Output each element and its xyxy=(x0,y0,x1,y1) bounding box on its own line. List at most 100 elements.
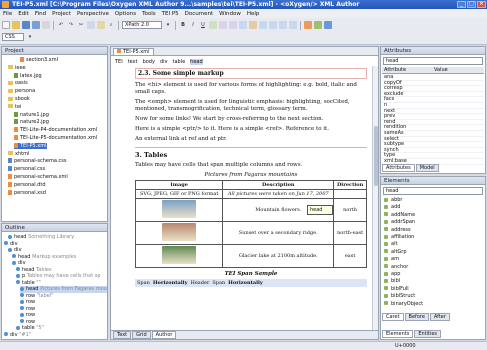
maximize-button[interactable]: □ xyxy=(467,1,476,8)
menu-perspective[interactable]: Perspective xyxy=(77,11,109,17)
description-cell[interactable]: Sunset over a secondary ridge. xyxy=(222,221,335,245)
project-item[interactable]: TEI-P5.xml xyxy=(14,142,47,149)
element-item[interactable]: abbr xyxy=(384,197,402,204)
file-tab[interactable]: TEI-P5.xml xyxy=(113,48,154,56)
project-item[interactable]: personal-schema.xml xyxy=(8,174,68,180)
element-item[interactable]: addName xyxy=(384,212,415,219)
element-item[interactable]: affiliation xyxy=(384,234,414,241)
elements-tab-caret[interactable]: Caret xyxy=(382,313,404,321)
element-item[interactable]: altGrp xyxy=(384,249,407,256)
list-icon[interactable] xyxy=(219,21,227,29)
direction-cell[interactable] xyxy=(333,189,367,199)
table-header-cell[interactable]: Direction xyxy=(333,180,367,190)
element-item[interactable]: am xyxy=(384,256,399,263)
span-cell[interactable]: Horizontally xyxy=(228,280,263,286)
redo-icon[interactable]: ↷ xyxy=(67,21,75,29)
direction-cell[interactable]: north-east xyxy=(333,221,367,245)
css-combo[interactable]: CSS xyxy=(2,33,24,41)
mode-tab-grid[interactable]: Grid xyxy=(132,331,151,339)
insert-row-icon[interactable] xyxy=(259,21,267,29)
project-item[interactable]: nature1.jpg xyxy=(14,111,49,118)
paragraph-3[interactable]: Now for some links! We start by cross-re… xyxy=(135,116,367,123)
paragraph-5[interactable]: An external link at ref and at ptr. xyxy=(135,136,367,143)
image-icon[interactable] xyxy=(249,21,257,29)
project-item[interactable]: TEI-Lite-P4-documentation.xml xyxy=(14,127,97,133)
table-header-cell[interactable]: Image xyxy=(134,180,224,190)
table-row[interactable]: Sunset over a secondary ridge. north-east xyxy=(134,221,367,245)
tables-heading[interactable]: 3. Tables xyxy=(135,147,367,159)
elements-tab-before[interactable]: Before xyxy=(404,313,429,321)
italic-icon[interactable]: I xyxy=(189,21,197,29)
element-item[interactable]: biblFull xyxy=(384,286,409,293)
close-button[interactable]: × xyxy=(477,1,486,8)
project-item[interactable]: section3.xml xyxy=(20,57,58,63)
menu-edit[interactable]: Edit xyxy=(18,11,29,17)
span-cell[interactable]: Span xyxy=(212,280,225,286)
menu-window[interactable]: Window xyxy=(219,11,241,17)
undo-icon[interactable]: ↶ xyxy=(57,21,65,29)
attributes-tab-model[interactable]: Model xyxy=(415,164,439,172)
span-cell[interactable]: Horizontally xyxy=(153,280,188,286)
validate-icon[interactable] xyxy=(314,21,322,29)
xpath-combo[interactable]: XPath 2.0 xyxy=(122,21,162,29)
menu-find[interactable]: Find xyxy=(35,11,46,17)
menu-tools[interactable]: Tools xyxy=(142,11,156,17)
span-sample-caption[interactable]: TEI Span Sample xyxy=(135,271,367,277)
editor-scrollbar[interactable] xyxy=(372,66,378,330)
element-item[interactable]: binaryObject xyxy=(384,301,423,308)
insert-column-icon[interactable] xyxy=(269,21,277,29)
menu-document[interactable]: Document xyxy=(185,11,214,17)
paragraph-1[interactable]: The <hi> element is used for various for… xyxy=(135,82,367,96)
element-item[interactable]: biblStruct xyxy=(384,293,415,300)
span-cell[interactable]: Header xyxy=(190,280,209,286)
section-heading[interactable]: 2.3. Some simple markup xyxy=(138,70,364,77)
configure-icon[interactable] xyxy=(324,21,332,29)
element-item[interactable]: alt xyxy=(384,241,397,248)
description-cell[interactable]: Glacier lake at 2100m altitude. xyxy=(222,244,335,268)
outline-item[interactable]: div "#1" xyxy=(4,332,31,339)
project-item[interactable]: nature2.jpg xyxy=(14,119,49,125)
attributes-tab-attributes[interactable]: Attributes xyxy=(382,164,415,172)
project-item[interactable]: personal-schema.css xyxy=(8,158,66,164)
project-item[interactable]: TEI-Lite-P5-documentation.xml xyxy=(14,135,97,141)
transform-icon[interactable] xyxy=(304,21,312,29)
element-item[interactable]: app xyxy=(384,271,400,278)
menu-tei-p5[interactable]: TEI P5 xyxy=(162,11,179,17)
table-row[interactable]: Glacier lake at 2100m altitude. east xyxy=(134,244,367,268)
breadcrumb-body[interactable]: body xyxy=(143,59,155,65)
bold-icon[interactable]: B xyxy=(179,21,187,29)
paste-icon[interactable] xyxy=(97,21,105,29)
xpath-run-icon[interactable]: ▾ xyxy=(164,21,172,29)
link-icon[interactable] xyxy=(209,21,217,29)
new-file-icon[interactable] xyxy=(2,21,10,29)
join-cells-icon[interactable] xyxy=(279,21,287,29)
numbered-list-icon[interactable] xyxy=(229,21,237,29)
outline-item[interactable]: head Something Library xyxy=(8,234,74,241)
elements-current-combo[interactable]: head xyxy=(383,187,483,195)
project-item[interactable]: personal.xsd xyxy=(8,189,46,196)
breadcrumb-div[interactable]: div xyxy=(160,59,168,65)
print-icon[interactable] xyxy=(42,21,50,29)
image-cell[interactable] xyxy=(134,244,224,268)
table-header-cell[interactable]: Description xyxy=(222,180,335,190)
open-folder-icon[interactable] xyxy=(12,21,20,29)
split-cell-icon[interactable] xyxy=(289,21,297,29)
find-icon[interactable]: ⌕ xyxy=(107,21,115,29)
menu-project[interactable]: Project xyxy=(52,11,71,17)
panel-tab-elements[interactable]: Elements xyxy=(382,330,414,338)
project-item[interactable]: personal.dtd xyxy=(8,181,46,188)
scrollbar-thumb[interactable] xyxy=(374,126,378,186)
menu-options[interactable]: Options xyxy=(115,11,136,17)
mode-tab-author[interactable]: Author xyxy=(151,331,177,339)
cut-icon[interactable]: ✂ xyxy=(77,21,85,29)
menu-help[interactable]: Help xyxy=(247,11,260,17)
description-cell[interactable]: All pictures were taken on Jun 17, 2007 xyxy=(222,189,335,199)
project-item[interactable]: oasis xyxy=(8,80,28,86)
project-item[interactable]: sbook xyxy=(8,96,30,102)
paragraph-4[interactable]: Here is a simple <ptr/> to it. Here is a… xyxy=(135,126,367,133)
attributes-element-combo[interactable]: head xyxy=(383,57,483,65)
save-icon[interactable] xyxy=(22,21,30,29)
breadcrumb-table[interactable]: table xyxy=(172,59,185,65)
element-item[interactable]: anchor xyxy=(384,264,408,271)
breadcrumb-head[interactable]: head xyxy=(190,59,203,65)
